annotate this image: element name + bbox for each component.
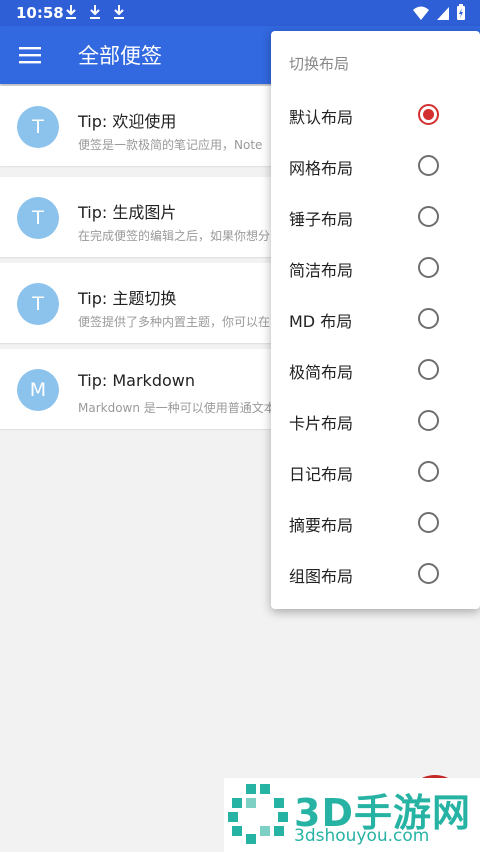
- layout-option-card[interactable]: 卡片布局: [271, 396, 480, 447]
- avatar: T: [17, 197, 59, 239]
- menu-icon[interactable]: [18, 43, 42, 67]
- layout-option-gallery[interactable]: 组图布局: [271, 549, 480, 600]
- radio-button[interactable]: [418, 206, 439, 227]
- radio-button[interactable]: [418, 155, 439, 176]
- layout-option-hammer[interactable]: 锤子布局: [271, 192, 480, 243]
- watermark: 3D手游网 3dshouyou.com: [224, 778, 480, 852]
- layout-option-label: 组图布局: [289, 567, 354, 586]
- watermark-url: 3dshouyou.com: [294, 826, 430, 846]
- layout-option-default[interactable]: 默认布局: [271, 90, 480, 141]
- layout-option-label: 摘要布局: [289, 516, 354, 535]
- status-bar: 10:58: [0, 0, 480, 26]
- layout-option-minimal[interactable]: 极简布局: [271, 345, 480, 396]
- status-time: 10:58: [16, 4, 64, 22]
- layout-option-md[interactable]: MD 布局: [271, 294, 480, 345]
- layout-menu-header: 切换布局: [289, 55, 350, 73]
- layout-menu: 切换布局 默认布局 网格布局 锤子布局 简洁布局 MD 布局 极简布局 卡片布局…: [271, 31, 480, 609]
- radio-button[interactable]: [418, 359, 439, 380]
- radio-button[interactable]: [418, 512, 439, 533]
- watermark-logo-icon: [228, 784, 288, 844]
- note-title: Tip: 欢迎使用: [78, 112, 177, 131]
- note-title: Tip: Markdown: [78, 371, 195, 390]
- wifi-icon: [413, 6, 429, 20]
- radio-button[interactable]: [418, 308, 439, 329]
- signal-icon: [437, 6, 449, 20]
- layout-option-label: 锤子布局: [289, 210, 354, 229]
- layout-option-label: 简洁布局: [289, 261, 354, 280]
- note-title: Tip: 生成图片: [78, 203, 177, 222]
- avatar: T: [17, 106, 59, 148]
- layout-option-label: 网格布局: [289, 159, 354, 178]
- radio-button[interactable]: [418, 104, 439, 125]
- layout-option-summary[interactable]: 摘要布局: [271, 498, 480, 549]
- radio-button[interactable]: [418, 461, 439, 482]
- radio-button[interactable]: [418, 410, 439, 431]
- layout-option-label: 卡片布局: [289, 414, 354, 433]
- layout-option-diary[interactable]: 日记布局: [271, 447, 480, 498]
- radio-button[interactable]: [418, 257, 439, 278]
- layout-option-label: 日记布局: [289, 465, 354, 484]
- layout-option-label: 极简布局: [289, 363, 354, 382]
- avatar: M: [17, 369, 59, 411]
- avatar: T: [17, 283, 59, 325]
- layout-option-grid[interactable]: 网格布局: [271, 141, 480, 192]
- download-icon: [114, 5, 124, 19]
- download-icon: [90, 5, 100, 19]
- layout-option-label: 默认布局: [289, 108, 354, 127]
- layout-option-label: MD 布局: [289, 312, 353, 331]
- layout-option-simple[interactable]: 简洁布局: [271, 243, 480, 294]
- download-icon: [66, 5, 76, 19]
- page-title: 全部便签: [78, 44, 162, 68]
- note-title: Tip: 主题切换: [78, 289, 177, 308]
- battery-icon: [457, 4, 465, 20]
- radio-button[interactable]: [418, 563, 439, 584]
